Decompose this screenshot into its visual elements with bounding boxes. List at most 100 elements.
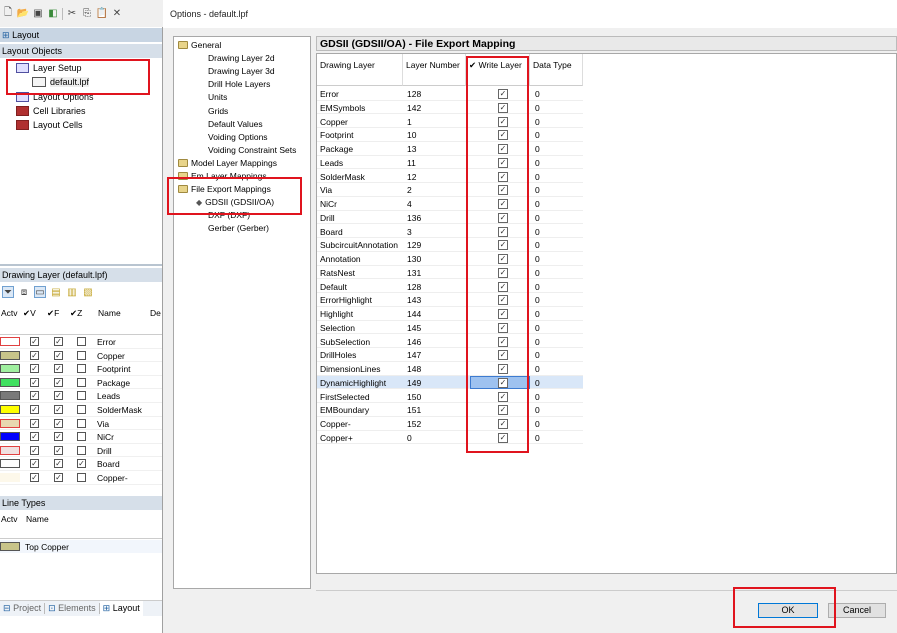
col-data-type[interactable]: Data Type bbox=[530, 54, 583, 86]
data-type-cell[interactable]: 0 bbox=[535, 392, 540, 402]
mapping-row[interactable]: EMSymbols 142 ✓ 0 bbox=[317, 101, 583, 115]
layer-number-cell[interactable]: 136 bbox=[407, 213, 421, 223]
layer-color-swatch[interactable] bbox=[0, 405, 20, 414]
data-type-cell[interactable]: 0 bbox=[535, 323, 540, 333]
drawing-layer-row[interactable]: ✓ ✓ Footprint bbox=[0, 362, 162, 376]
mapping-row[interactable]: Package 13 ✓ 0 bbox=[317, 142, 583, 156]
col-f[interactable]: ✔F bbox=[47, 308, 59, 319]
layer-number-cell[interactable]: 130 bbox=[407, 254, 421, 264]
fill-checkbox[interactable]: ✓ bbox=[54, 432, 63, 442]
drawing-layer-row[interactable]: ✓ ✓ Drill bbox=[0, 444, 162, 458]
mapping-row[interactable]: EMBoundary 151 ✓ 0 bbox=[317, 403, 583, 417]
visible-checkbox[interactable]: ✓ bbox=[30, 445, 39, 455]
nav-item[interactable]: Default Values bbox=[208, 119, 263, 129]
fill-checkbox[interactable]: ✓ bbox=[54, 391, 63, 401]
layer-import-icon[interactable]: ▥ bbox=[66, 286, 78, 298]
nav-item[interactable]: Model Layer Mappings bbox=[178, 158, 277, 168]
drawing-layer-row[interactable]: ✓ ✓ Copper- bbox=[0, 471, 162, 485]
data-type-cell[interactable]: 0 bbox=[535, 199, 540, 209]
mapping-row[interactable]: DrillHoles 147 ✓ 0 bbox=[317, 348, 583, 362]
data-type-cell[interactable]: 0 bbox=[535, 405, 540, 415]
drawing-layer-row[interactable]: ✓ ✓ Package bbox=[0, 376, 162, 390]
drawing-layer-row[interactable]: ✓ ✓ Copper bbox=[0, 349, 162, 363]
visible-checkbox[interactable]: ✓ bbox=[30, 337, 39, 346]
mapping-row[interactable]: Copper- 152 ✓ 0 bbox=[317, 417, 583, 431]
fill-checkbox[interactable]: ✓ bbox=[54, 445, 63, 455]
layer-number-cell[interactable]: 150 bbox=[407, 392, 421, 402]
layer-number-cell[interactable]: 146 bbox=[407, 337, 421, 347]
layer-number-cell[interactable]: 128 bbox=[407, 89, 421, 99]
nav-item[interactable]: General bbox=[178, 40, 221, 50]
col-actv[interactable]: Actv bbox=[1, 514, 18, 524]
z-checkbox[interactable]: ✓ bbox=[77, 459, 86, 469]
mapping-row[interactable]: FirstSelected 150 ✓ 0 bbox=[317, 390, 583, 404]
layer-number-cell[interactable]: 3 bbox=[407, 227, 412, 237]
visible-checkbox[interactable]: ✓ bbox=[30, 350, 39, 360]
nav-item[interactable]: Voiding Constraint Sets bbox=[208, 145, 296, 155]
col-actv[interactable]: Actv bbox=[1, 308, 18, 318]
new-file-icon[interactable]: 🗋 bbox=[2, 7, 14, 20]
visible-checkbox[interactable]: ✓ bbox=[30, 432, 39, 442]
splitter[interactable] bbox=[0, 264, 162, 266]
col-v[interactable]: ✔V bbox=[23, 308, 36, 319]
mapping-row[interactable]: NiCr 4 ✓ 0 bbox=[317, 197, 583, 211]
layer-color-swatch[interactable] bbox=[0, 337, 20, 346]
fill-checkbox[interactable]: ✓ bbox=[54, 459, 63, 469]
data-type-cell[interactable]: 0 bbox=[535, 89, 540, 99]
fill-checkbox[interactable]: ✓ bbox=[54, 364, 63, 374]
col-layer-number[interactable]: Layer Number bbox=[403, 54, 466, 86]
layer-number-cell[interactable]: 149 bbox=[407, 378, 421, 388]
mapping-row[interactable]: RatsNest 131 ✓ 0 bbox=[317, 266, 583, 280]
layer-number-cell[interactable]: 129 bbox=[407, 240, 421, 250]
mapping-row[interactable]: Board 3 ✓ 0 bbox=[317, 225, 583, 239]
data-type-cell[interactable]: 0 bbox=[535, 240, 540, 250]
mapping-row[interactable]: Highlight 144 ✓ 0 bbox=[317, 307, 583, 321]
nav-item[interactable]: Voiding Options bbox=[208, 132, 268, 142]
save-icon[interactable]: ▣ bbox=[32, 8, 44, 20]
visible-checkbox[interactable]: ✓ bbox=[30, 418, 39, 428]
layer-number-cell[interactable]: 142 bbox=[407, 103, 421, 113]
data-type-cell[interactable]: 0 bbox=[535, 309, 540, 319]
visible-checkbox[interactable]: ✓ bbox=[30, 364, 39, 374]
layer-grid-icon[interactable]: ⧈ bbox=[18, 286, 30, 298]
visible-checkbox[interactable]: ✓ bbox=[30, 391, 39, 401]
nav-item[interactable]: Drill Hole Layers bbox=[208, 79, 270, 89]
data-type-cell[interactable]: 0 bbox=[535, 172, 540, 182]
data-type-cell[interactable]: 0 bbox=[535, 130, 540, 140]
mapping-row[interactable]: Drill 136 ✓ 0 bbox=[317, 211, 583, 225]
layer-number-cell[interactable]: 13 bbox=[407, 144, 416, 154]
tree-item-layout-cells[interactable]: Layout Cells bbox=[16, 120, 83, 130]
drawing-layer-row[interactable]: ✓ ✓ NiCr bbox=[0, 430, 162, 444]
mapping-row[interactable]: DynamicHighlight 149 ✓ 0 bbox=[317, 375, 583, 390]
mapping-row[interactable]: Default 128 ✓ 0 bbox=[317, 280, 583, 294]
nav-item[interactable]: Units bbox=[208, 92, 227, 102]
layer-number-cell[interactable]: 144 bbox=[407, 309, 421, 319]
data-type-cell[interactable]: 0 bbox=[535, 254, 540, 264]
mapping-row[interactable]: Copper+ 0 ✓ 0 bbox=[317, 431, 583, 445]
mapping-row[interactable]: ErrorHighlight 143 ✓ 0 bbox=[317, 293, 583, 307]
col-drawing-layer[interactable]: Drawing Layer bbox=[317, 54, 403, 86]
drawing-layer-row[interactable]: ✓ ✓ ✓ Board bbox=[0, 457, 162, 471]
layer-number-cell[interactable]: 131 bbox=[407, 268, 421, 278]
layer-color-swatch[interactable] bbox=[0, 432, 20, 442]
col-name[interactable]: Name bbox=[26, 514, 49, 524]
data-type-cell[interactable]: 0 bbox=[535, 295, 540, 305]
layer-color-swatch[interactable] bbox=[0, 445, 20, 455]
layer-color-swatch[interactable] bbox=[0, 459, 20, 469]
fill-checkbox[interactable]: ✓ bbox=[54, 405, 63, 414]
col-description[interactable]: De bbox=[150, 308, 161, 318]
z-checkbox[interactable] bbox=[77, 377, 86, 387]
export-icon[interactable]: ◧ bbox=[47, 8, 59, 20]
layer-number-cell[interactable]: 143 bbox=[407, 295, 421, 305]
mapping-row[interactable]: Selection 145 ✓ 0 bbox=[317, 321, 583, 335]
copy-icon[interactable]: ⎘ bbox=[81, 8, 93, 20]
data-type-cell[interactable]: 0 bbox=[535, 337, 540, 347]
fill-checkbox[interactable]: ✓ bbox=[54, 337, 63, 346]
layer-edit-icon[interactable]: ▤ bbox=[50, 286, 62, 298]
drawing-layer-row[interactable]: ✓ ✓ SolderMask bbox=[0, 403, 162, 417]
layer-number-cell[interactable]: 11 bbox=[407, 158, 416, 168]
data-type-cell[interactable]: 0 bbox=[535, 213, 540, 223]
data-type-cell[interactable]: 0 bbox=[535, 364, 540, 374]
cancel-button[interactable]: Cancel bbox=[828, 603, 886, 618]
z-checkbox[interactable] bbox=[77, 391, 86, 401]
